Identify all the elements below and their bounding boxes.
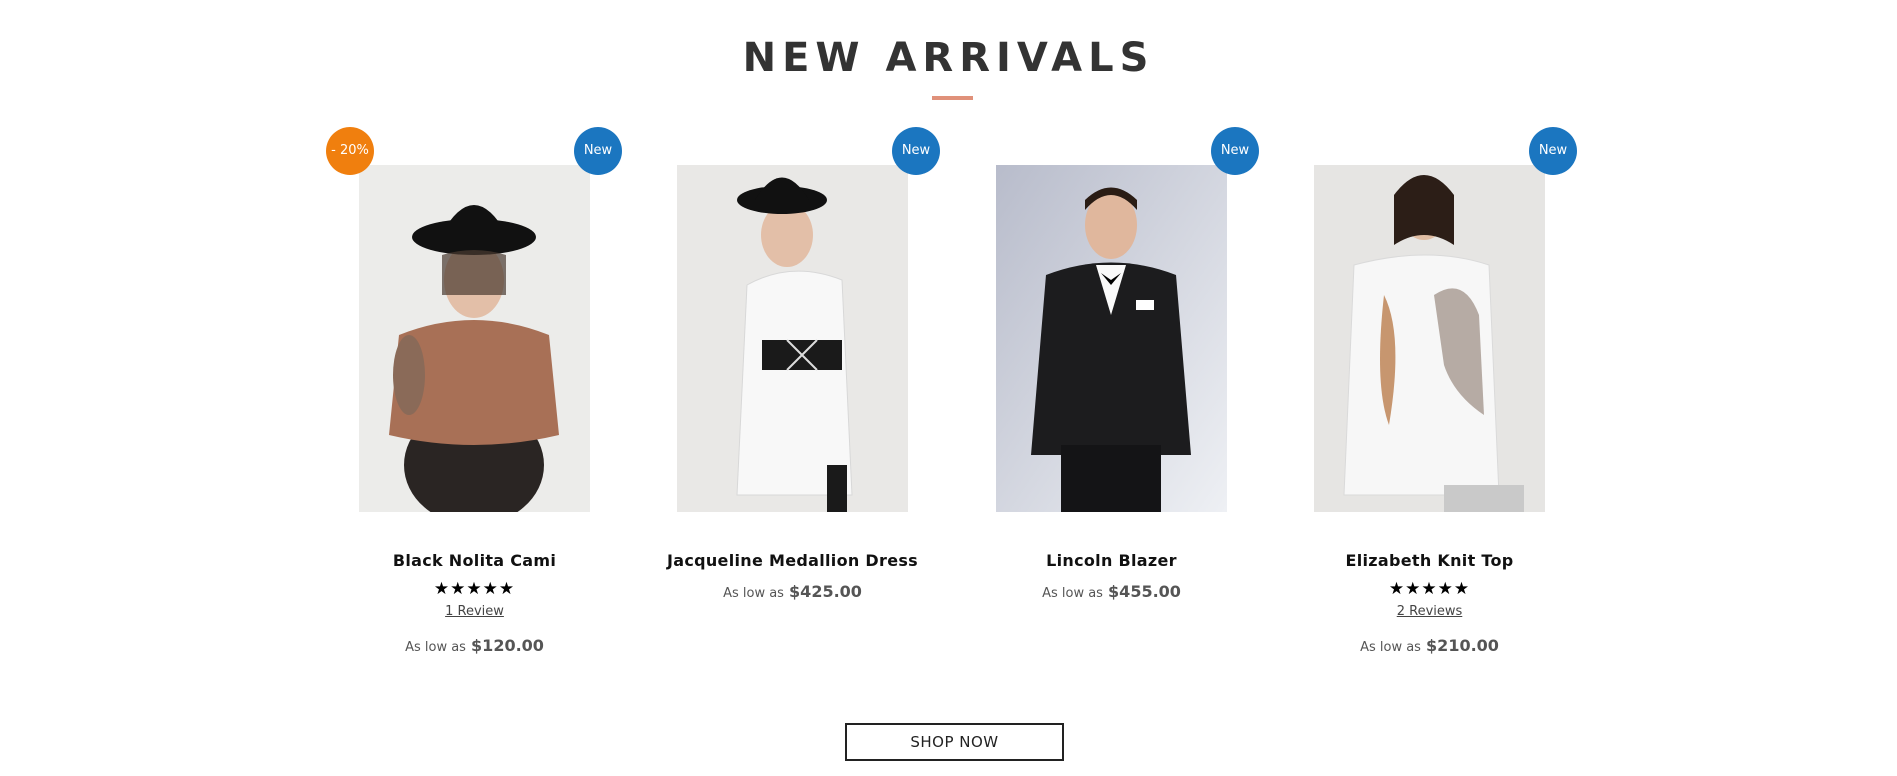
price-prefix: As low as <box>1360 640 1421 655</box>
product-card-elizabeth-knit-top[interactable]: New Elizabeth Knit Top ★★★★★ 2 Reviews A… <box>1286 127 1577 687</box>
price-value: $455.00 <box>1108 582 1181 601</box>
product-image[interactable] <box>677 165 908 512</box>
discount-badge: - 20% <box>326 127 374 175</box>
product-name[interactable]: Elizabeth Knit Top <box>1286 551 1573 570</box>
price-value: $210.00 <box>1426 636 1499 655</box>
product-card-lincoln-blazer[interactable]: New Lincoln Blazer As low as $455.00 <box>968 127 1259 687</box>
shop-now-button[interactable]: SHOP NOW <box>845 723 1064 761</box>
product-image[interactable] <box>359 165 590 512</box>
rating-stars: ★★★★★ <box>1388 579 1471 599</box>
product-image[interactable] <box>996 165 1227 512</box>
product-name[interactable]: Jacqueline Medallion Dress <box>649 551 936 570</box>
price-row: As low as $425.00 <box>649 582 936 601</box>
new-badge: New <box>1529 127 1577 175</box>
price-prefix: As low as <box>1042 586 1103 601</box>
product-name[interactable]: Black Nolita Cami <box>331 551 618 570</box>
price-prefix: As low as <box>723 586 784 601</box>
new-badge: New <box>1211 127 1259 175</box>
product-grid: - 20% New Black Nolita Cami ★★★★★ 1 Revi… <box>0 0 1897 776</box>
product-card-jacqueline-medallion-dress[interactable]: New Jacqueline Medallion Dress As low as… <box>649 127 940 687</box>
new-badge: New <box>892 127 940 175</box>
price-value: $120.00 <box>471 636 544 655</box>
price-prefix: As low as <box>405 640 466 655</box>
price-row: As low as $455.00 <box>968 582 1255 601</box>
new-badge: New <box>574 127 622 175</box>
price-row: As low as $210.00 <box>1286 636 1573 655</box>
rating-stars: ★★★★★ <box>433 579 516 599</box>
reviews-link[interactable]: 1 Review <box>331 604 618 619</box>
price-row: As low as $120.00 <box>331 636 618 655</box>
product-image[interactable] <box>1314 165 1545 512</box>
price-value: $425.00 <box>789 582 862 601</box>
product-name[interactable]: Lincoln Blazer <box>968 551 1255 570</box>
product-card-black-nolita-cami[interactable]: - 20% New Black Nolita Cami ★★★★★ 1 Revi… <box>326 127 622 687</box>
reviews-link[interactable]: 2 Reviews <box>1286 604 1573 619</box>
